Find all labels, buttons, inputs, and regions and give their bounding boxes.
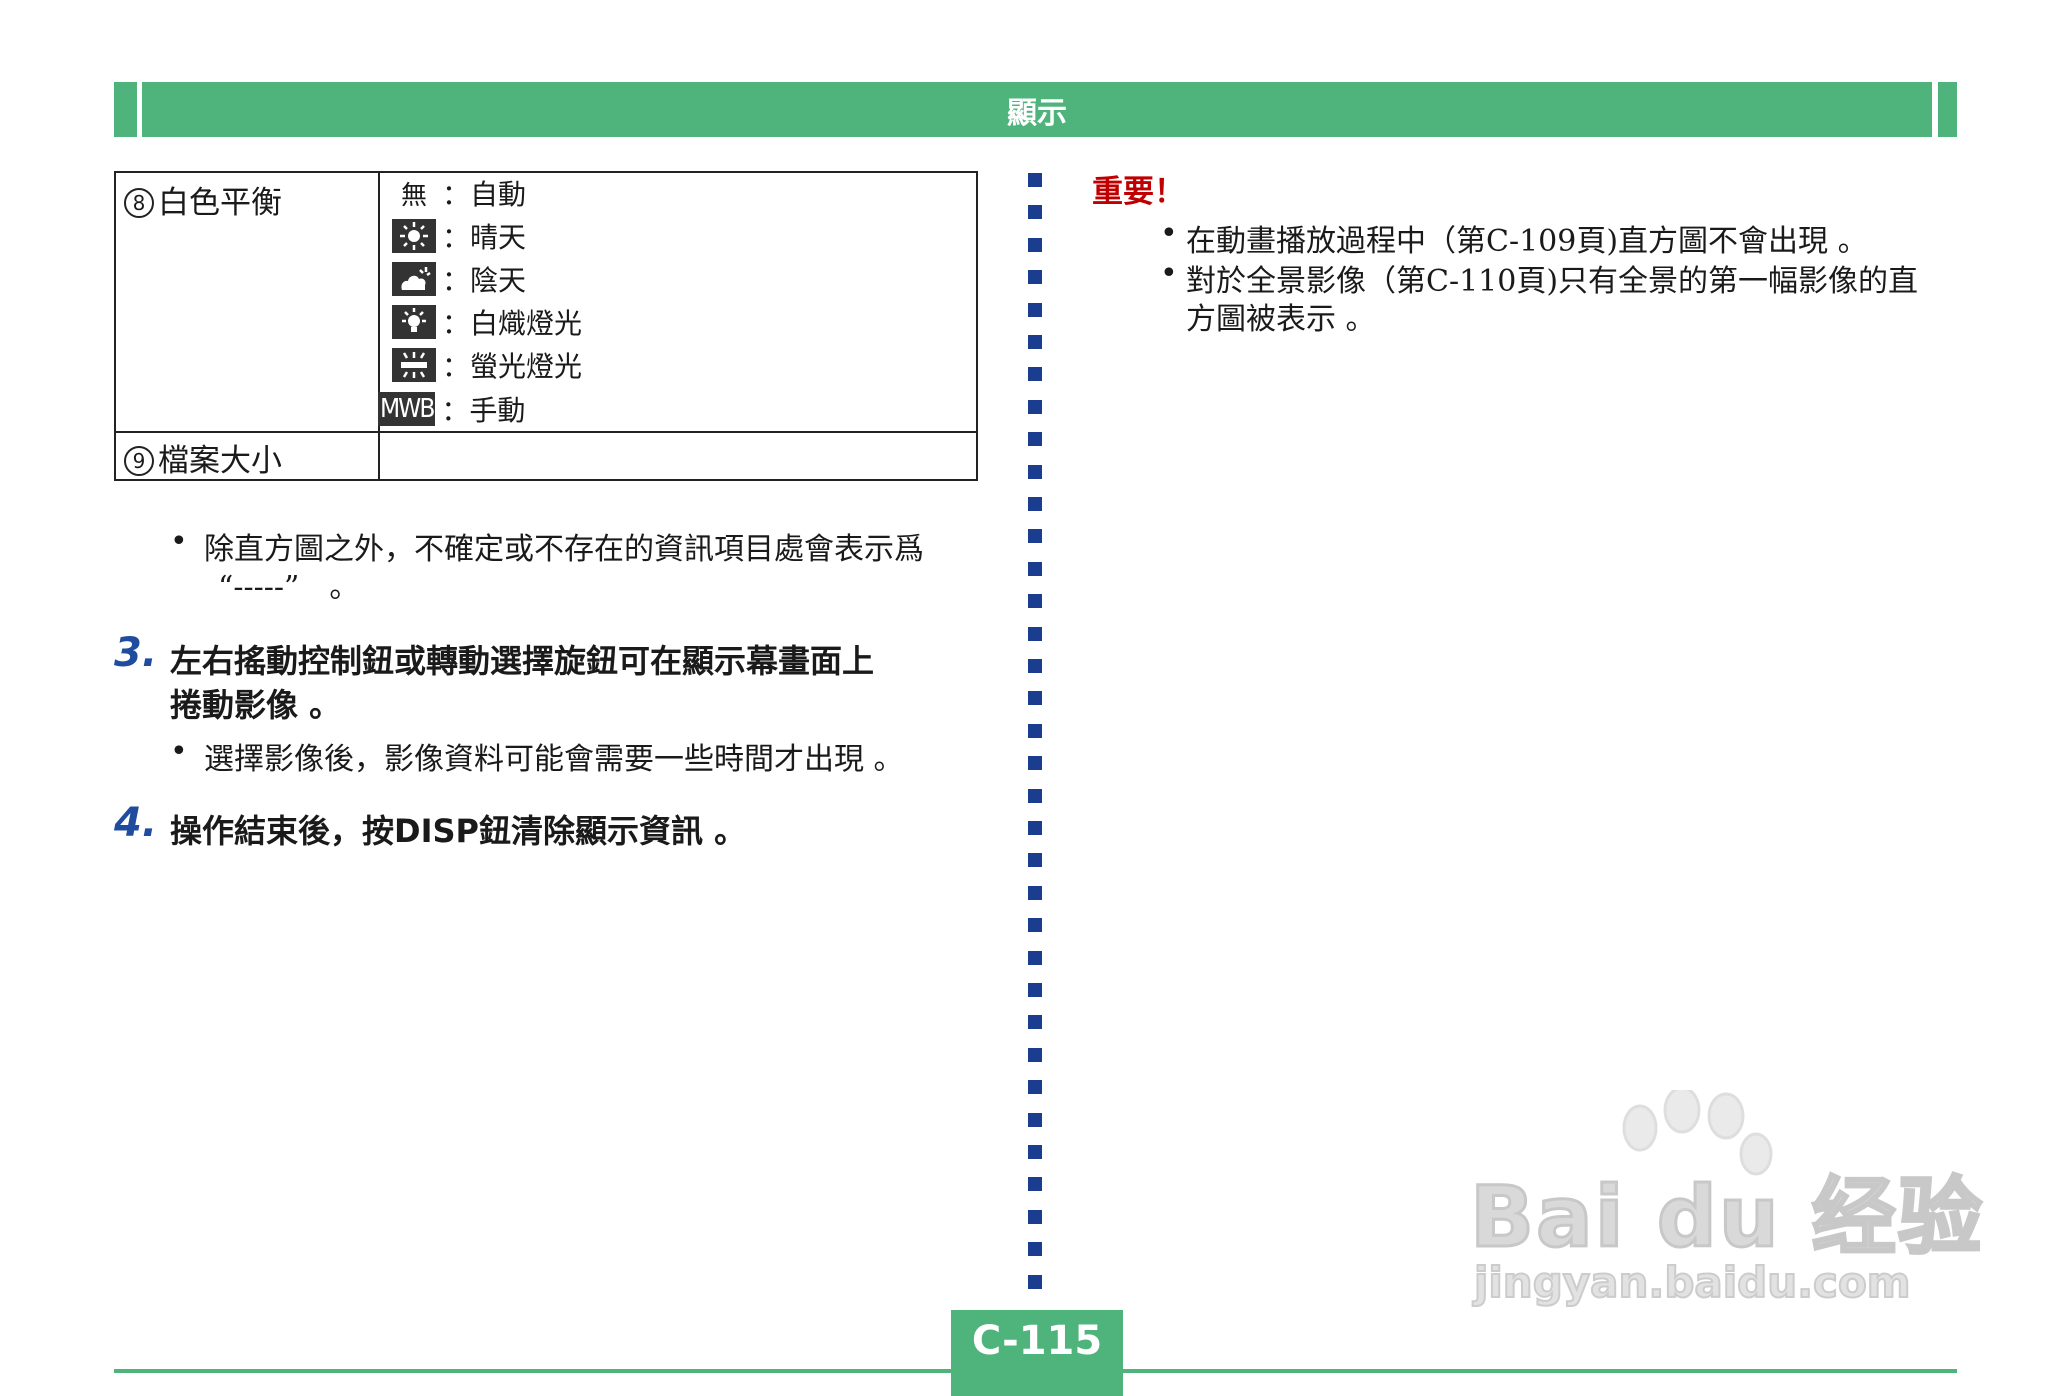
option-fluorescent: ：螢光燈光	[386, 345, 582, 385]
page-number: C-115	[971, 1318, 1103, 1364]
watermark-logo-text: Bai du 经验	[1469, 1167, 1984, 1268]
divider-square	[1028, 270, 1042, 285]
option-auto: 無 ：自動	[386, 173, 526, 213]
option-manual: MWB ：手動	[378, 392, 526, 427]
divider-square	[1028, 723, 1042, 738]
divider-square	[1028, 497, 1042, 511]
divider-square	[1028, 594, 1042, 609]
divider-square	[1028, 464, 1042, 479]
divider-square	[1028, 983, 1042, 997]
table-column-divider	[378, 173, 380, 479]
divider-square	[1028, 205, 1042, 220]
section-header-bar: 顯示	[142, 82, 1932, 137]
divider-square	[1028, 335, 1042, 349]
row-number-8: 8	[124, 188, 154, 218]
divider-square	[1028, 821, 1042, 835]
step-3-number: 3.	[114, 630, 158, 676]
divider-square	[1028, 173, 1042, 187]
header-bar-left-segment	[114, 82, 137, 137]
option-cloudy: ：陰天	[386, 259, 526, 299]
divider-square	[1028, 1145, 1042, 1159]
divider-square	[1028, 302, 1042, 317]
watermark-url: jingyan.baidu.com	[1473, 1257, 1912, 1308]
step-3-line1: 左右搖動控制鈕或轉動選擇旋鈕可在顯示幕畫面上	[170, 642, 875, 680]
bullet-dot: •	[170, 734, 188, 769]
divider-square	[1028, 1177, 1042, 1192]
divider-square	[1028, 1209, 1042, 1224]
header-bar-right-segment	[1938, 82, 1957, 137]
divider-square	[1028, 659, 1042, 673]
cloud-icon	[392, 262, 436, 296]
divider-square	[1028, 432, 1042, 447]
bulb-icon	[392, 305, 436, 339]
divider-square	[1028, 529, 1042, 544]
divider-square	[1028, 626, 1042, 641]
divider-square	[1028, 788, 1042, 803]
divider-square	[1028, 1015, 1042, 1030]
none-text-icon: 無	[400, 180, 427, 211]
divider-square	[1028, 885, 1042, 900]
divider-square	[1028, 367, 1042, 382]
divider-square	[1028, 1274, 1042, 1289]
mwb-icon: MWB	[378, 392, 435, 426]
step-4-text: 操作結束後，按DISP鈕清除顯示資訊 。	[170, 812, 747, 850]
divider-square	[1028, 691, 1042, 706]
fluorescent-icon	[392, 348, 436, 382]
bullet-dot: •	[1160, 216, 1178, 251]
divider-square	[1028, 1047, 1042, 1062]
divider-square	[1028, 1080, 1042, 1095]
row-number-9: 9	[124, 446, 154, 476]
important-heading: 重要！	[1092, 174, 1185, 210]
step-3-bullet: 選擇影像後，影像資料可能會需要一些時間才出現 。	[204, 742, 904, 777]
bullet-dot: •	[170, 524, 188, 559]
divider-square	[1028, 561, 1042, 576]
divider-square	[1028, 1112, 1042, 1127]
step-4-number: 4.	[114, 800, 158, 846]
divider-square	[1028, 237, 1042, 252]
important-note-2-line2: 方圖被表示 。	[1186, 302, 1376, 337]
divider-square	[1028, 756, 1042, 771]
option-daylight: ：晴天	[386, 216, 526, 256]
table-row-divider	[116, 431, 976, 433]
sun-icon	[392, 219, 436, 253]
divider-square	[1028, 950, 1042, 965]
bullet-dot: •	[1160, 256, 1178, 291]
note-undetermined-line2: “-----” 。	[218, 570, 360, 605]
divider-square	[1028, 399, 1042, 414]
section-title: 顯示	[1007, 95, 1067, 131]
divider-square	[1028, 1242, 1042, 1257]
table-row-label-file-size: 9 檔案大小	[124, 435, 282, 480]
divider-square	[1028, 853, 1042, 868]
option-incandescent: ：白熾燈光	[386, 302, 582, 342]
step-3-line2: 捲動影像 。	[170, 686, 342, 724]
settings-table: 8 白色平衡 無 ：自動 ：晴天 ：陰天 ：白熾燈光 ：螢光燈光 MWB ：手動…	[114, 171, 978, 481]
divider-square	[1028, 918, 1042, 933]
important-note-1: 在動畫播放過程中（第C-109頁)直方圖不會出現 。	[1186, 224, 1868, 259]
table-row-label-white-balance: 8 白色平衡	[124, 177, 282, 222]
